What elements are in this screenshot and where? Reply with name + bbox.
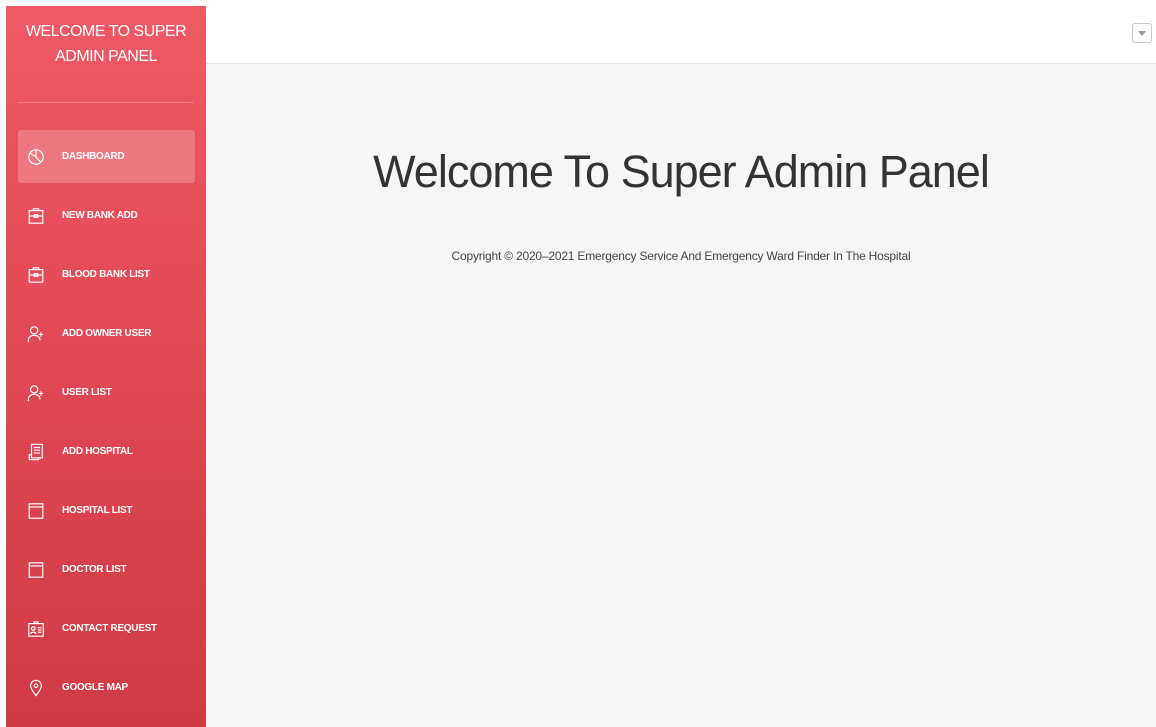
sidebar-item-hospital-list[interactable]: HOSPITAL LIST bbox=[18, 484, 195, 537]
contact-card-icon bbox=[27, 619, 45, 639]
sidebar: WELCOME TO SUPER ADMIN PANEL DASHBOARD N… bbox=[6, 6, 206, 727]
brand-title: WELCOME TO SUPER ADMIN PANEL bbox=[6, 6, 206, 102]
main-content: Welcome To Super Admin Panel Copyright ©… bbox=[206, 64, 1156, 727]
sidebar-item-label: BLOOD BANK LIST bbox=[62, 269, 150, 280]
list-box-icon bbox=[27, 560, 45, 580]
sidebar-menu: DASHBOARD NEW BANK ADD BLOOD BANK LIST A… bbox=[18, 130, 195, 720]
brand-line-2: ADMIN PANEL bbox=[55, 48, 157, 65]
document-icon bbox=[27, 442, 45, 462]
briefcase-icon bbox=[27, 265, 45, 285]
user-add-icon bbox=[27, 324, 45, 344]
sidebar-item-new-bank-add[interactable]: NEW BANK ADD bbox=[18, 189, 195, 242]
brand-divider bbox=[18, 102, 194, 103]
sidebar-item-label: GOOGLE MAP bbox=[62, 682, 128, 693]
sidebar-item-user-list[interactable]: USER LIST bbox=[18, 366, 195, 419]
list-box-icon bbox=[27, 501, 45, 521]
sidebar-item-label: CONTACT REQUEST bbox=[62, 623, 157, 634]
sidebar-item-label: DOCTOR LIST bbox=[62, 564, 127, 575]
sidebar-item-label: USER LIST bbox=[62, 387, 112, 398]
caret-down-icon bbox=[1138, 30, 1146, 36]
sidebar-item-label: ADD OWNER USER bbox=[62, 328, 152, 339]
user-add-icon bbox=[27, 383, 45, 403]
sidebar-item-add-owner-user[interactable]: ADD OWNER USER bbox=[18, 307, 195, 360]
brand-line-1: WELCOME TO SUPER bbox=[25, 23, 187, 40]
sidebar-item-dashboard[interactable]: DASHBOARD bbox=[18, 130, 195, 183]
sidebar-item-blood-bank-list[interactable]: BLOOD BANK LIST bbox=[18, 248, 195, 301]
dropdown-toggle[interactable] bbox=[1132, 23, 1152, 43]
pie-chart-icon bbox=[27, 147, 45, 167]
sidebar-item-label: DASHBOARD bbox=[62, 151, 125, 162]
sidebar-item-contact-request[interactable]: CONTACT REQUEST bbox=[18, 602, 195, 655]
map-pin-icon bbox=[27, 678, 45, 698]
page-title: Welcome To Super Admin Panel bbox=[373, 146, 990, 197]
sidebar-item-google-map[interactable]: GOOGLE MAP bbox=[18, 661, 195, 714]
sidebar-item-add-hospital[interactable]: ADD HOSPITAL bbox=[18, 425, 195, 478]
top-bar bbox=[206, 0, 1156, 64]
sidebar-item-label: ADD HOSPITAL bbox=[62, 446, 133, 457]
briefcase-icon bbox=[27, 206, 45, 226]
sidebar-item-label: HOSPITAL LIST bbox=[62, 505, 133, 516]
copyright-text: Copyright © 2020–2021 Emergency Service … bbox=[451, 249, 911, 263]
sidebar-item-doctor-list[interactable]: DOCTOR LIST bbox=[18, 543, 195, 596]
sidebar-item-label: NEW BANK ADD bbox=[62, 210, 138, 221]
